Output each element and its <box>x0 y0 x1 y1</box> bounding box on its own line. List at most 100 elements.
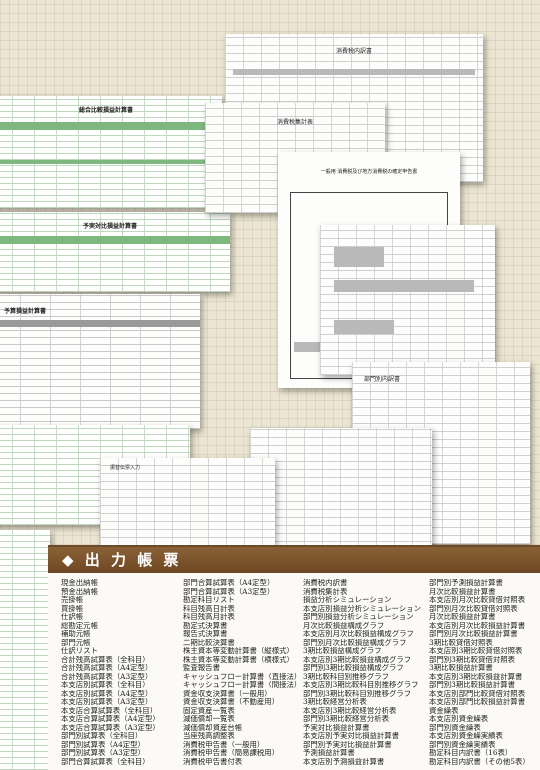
form-list-item: 3期比較科目別推移グラフ <box>303 672 390 681</box>
form-list-item: 本支店別3期比較経営分析表 <box>303 706 397 715</box>
form-list-item: 本支店別予実対比損益計算書 <box>303 732 400 740</box>
form-list-item: 本支店別試算表（全科目） <box>61 681 150 689</box>
sheet-title: 振替伝票入力 <box>110 465 141 471</box>
sheet-title: 消費税内訳書 <box>335 48 372 55</box>
form-list-item: 本支店別損益分析シミュレーション <box>303 604 421 613</box>
form-list-item: 固定資産一覧表 <box>183 706 235 715</box>
form-list-item: 資金繰表 <box>429 706 459 715</box>
sheet-title: 総合比較損益計算書 <box>78 107 133 114</box>
form-list-item: 合計残高試算表（全科目） <box>61 655 150 664</box>
form-list-item: 勘定科目リスト <box>183 596 235 604</box>
form-list-item: 本支店合算試算表（全科目） <box>61 706 158 715</box>
form-list-item: 本支店別3期比較損益計算書 <box>429 672 523 681</box>
form-list-item: 本支店別月次比較損益計算書 <box>429 621 526 630</box>
form-list-item: 本支店別試算表（A4定型） <box>61 689 153 698</box>
form-list-item: 買掛帳 <box>61 604 84 613</box>
form-list-item: 本支店別月次比較貸借対照表 <box>429 596 526 604</box>
sheet-title: 予実対比損益計算書 <box>82 223 137 230</box>
form-list-item: 総勘定元帳 <box>61 621 98 630</box>
form-list-item: 本支店別資金繰実績表 <box>429 732 503 740</box>
form-list-item: 本支店別資金繰表 <box>429 715 489 723</box>
output-forms-panel: ◆ 出 力 帳 票 現金出納帳 預金出納帳 売掛帳 買掛帳 仕訳帳 総勘定元帳 補助元帳 部門… <box>48 545 540 770</box>
form-list-item: 科目残高月計表 <box>183 613 235 621</box>
form-list-item: 部門別月次比較貸借対照表 <box>429 604 518 613</box>
form-list-item: 当座残高調整表 <box>183 732 235 740</box>
form-list-item: 月次比較損益計算書 <box>429 587 496 596</box>
form-list-item: 本支店別3期比較損益構成グラフ <box>303 655 412 664</box>
form-list-item: 3期比較損益構成グラフ <box>303 647 382 655</box>
form-list-item: 部門別3期比較経営分析表 <box>303 715 390 723</box>
form-list-item: 部門別試算表（全科目） <box>61 732 143 740</box>
sheet-journal-entry: 振替伝票入力 <box>100 458 275 546</box>
form-list-item: 消費税申告書付表 <box>183 757 243 766</box>
form-list-item: 損益分析シミュレーション <box>303 596 392 604</box>
sheet-title: 部門別内訳書 <box>364 376 401 383</box>
form-list-item: 部門別損益分析シミュレーション <box>303 613 414 621</box>
form-list-item: 部門別月次比較損益計算書 <box>429 630 518 638</box>
form-list-item: 勘定科目内訳書（16表） <box>429 749 513 757</box>
form-list-item: 資金収支決算書（一般用） <box>183 689 272 698</box>
form-list-item: 二期比較決算書 <box>183 638 235 647</box>
sheet-tax-form-right <box>320 225 495 375</box>
form-list-item: 部門合算試算表（A4定型） <box>183 579 275 587</box>
panel-header: ◆ 出 力 帳 票 <box>48 547 540 573</box>
form-list-item: 部門別試算表（A3定型） <box>61 749 145 757</box>
form-list-item: 株主資本等変動計算書（縦様式） <box>183 647 294 655</box>
form-list-item: 減価償却一覧表 <box>183 715 235 723</box>
form-list-item: 科目残高日計表 <box>183 604 235 613</box>
form-list-item: 仕訳帳 <box>61 613 84 621</box>
form-list-item: 部門別3期比較損益計算書 <box>429 681 516 689</box>
form-list-item: 売掛帳 <box>61 596 84 604</box>
sheet-title: 予算損益計算書 <box>4 308 47 315</box>
form-list-item: 預金出納帳 <box>61 587 98 596</box>
form-list-item: 予実対比損益計算書 <box>303 723 370 732</box>
form-list-item: 監査報告書 <box>183 664 220 672</box>
form-list-item: 部門別3期比較科目別推移グラフ <box>303 689 412 698</box>
form-list-item: 3期比較損益計算書 <box>429 664 493 672</box>
sheet-comparison-pl: 総合比較損益計算書 <box>0 96 222 208</box>
form-list-item: 部門合算試算表（A3定型） <box>183 587 275 596</box>
form-list-item: 部門別資金繰表 <box>429 723 481 732</box>
form-list-item: 消費税申告書（一般用） <box>183 740 265 749</box>
form-list-item: 部門別予測損益計算書 <box>429 579 503 587</box>
form-list-item: 月次比較損益構成グラフ <box>303 621 385 630</box>
form-list-item: 本支店別予測損益計算書 <box>303 757 385 766</box>
form-list-item: 本支店別3期比較科目別推移グラフ <box>303 681 419 689</box>
form-list-item: 予測損益計算書 <box>303 749 355 757</box>
form-list-item: 部門別3期比較貸借対照表 <box>429 655 516 664</box>
form-list-item: 本支店別月次比較損益構成グラフ <box>303 630 414 638</box>
form-list-item: 補助元帳 <box>61 630 91 638</box>
sheet-budget-pl: 予算損益計算書 <box>0 294 200 429</box>
form-list-item: 本支店別部門比較貸借対照表 <box>429 689 526 698</box>
form-list-item: 消費税申告書（簡易課税用） <box>183 749 280 757</box>
forms-column-3: 消費税内訳書 消費税集計表 損益分析シミュレーション 本支店別損益分析シミュレーション… <box>303 579 425 766</box>
forms-column-1: 現金出納帳 預金出納帳 売掛帳 買掛帳 仕訳帳 総勘定元帳 補助元帳 部門元帳 仕訳リスト 合計残… <box>61 579 183 766</box>
form-list-item: 部門別月次比較損益構成グラフ <box>303 638 407 647</box>
forms-column-2: 部門合算試算表（A4定型） 部門合算試算表（A3定型） 勘定科目リスト 科目残高日計表… <box>183 579 305 766</box>
form-list-item: 報告式決算書 <box>183 630 228 638</box>
form-list-item: 本支店別3期比較貸借対照表 <box>429 647 523 655</box>
form-list-item: 仕訳リスト <box>61 647 98 655</box>
form-list-item: 本支店別部門比較損益計算書 <box>429 698 526 706</box>
form-list-item: 本支店別試算表（A3定型） <box>61 698 153 706</box>
form-list-item: 勘定科目内訳書（その他5表） <box>429 757 530 766</box>
forms-column-4: 部門別予測損益計算書 月次比較損益計算書 本支店別月次比較貸借対照表 部門別月次比較貸… <box>429 579 540 766</box>
sheet-mid-form <box>250 428 432 550</box>
form-list-item: 3期比較貸借対照表 <box>429 638 493 647</box>
sheet-title: 一般用 消費税及び地方消費税の確定申告書 <box>320 169 418 175</box>
form-list-item: キャッシュフロー計算書（直接法） <box>183 672 302 681</box>
form-list-item: 本支店合算試算表（A4定型） <box>61 715 160 723</box>
collage-background: 総合比較損益計算書 予実対比損益計算書 予算損益計算書 消費税内訳書 消費税集計… <box>0 0 540 770</box>
form-list-item: 部門別3期比較損益構成グラフ <box>303 664 404 672</box>
sheet-title: 消費税集計表 <box>276 119 313 126</box>
form-list-item: 株主資本等変動計算書（横様式） <box>183 655 294 664</box>
form-list-item: 部門別資金繰実績表 <box>429 740 496 749</box>
form-list-item: 部門元帳 <box>61 638 91 647</box>
form-list-item: 月次比較損益計算書 <box>429 613 496 621</box>
form-list-item: 本支店合算試算表（A3定型） <box>61 723 160 732</box>
form-list-item: 減価償却資産台帳 <box>183 723 243 732</box>
form-list-item: 消費税集計表 <box>303 587 348 596</box>
form-list-item: 合計残高試算表（A4定型） <box>61 664 153 672</box>
form-list-item: キャッシュフロー計算書（間接法） <box>183 681 302 689</box>
sheet-budget-sales: 予実対比損益計算書 <box>0 212 230 292</box>
